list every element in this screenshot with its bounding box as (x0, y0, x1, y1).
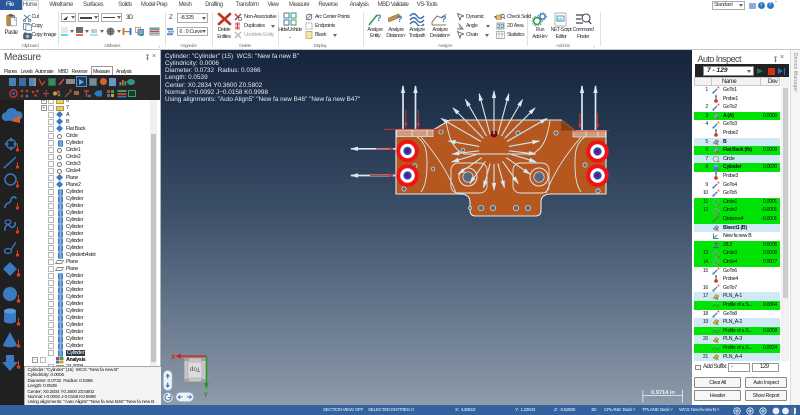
svg-text:?: ? (397, 14, 403, 24)
svg-text:X: X (171, 354, 176, 361)
svg-text:2D: 2D (498, 24, 505, 30)
svg-text:?: ? (441, 14, 447, 24)
svg-text:Top: Top (189, 366, 200, 373)
svg-text:c#: c# (558, 16, 563, 21)
svg-text:?: ? (376, 13, 382, 23)
svg-text:0.9714 in: 0.9714 in (651, 390, 675, 396)
svg-text:Y: Y (204, 392, 209, 399)
